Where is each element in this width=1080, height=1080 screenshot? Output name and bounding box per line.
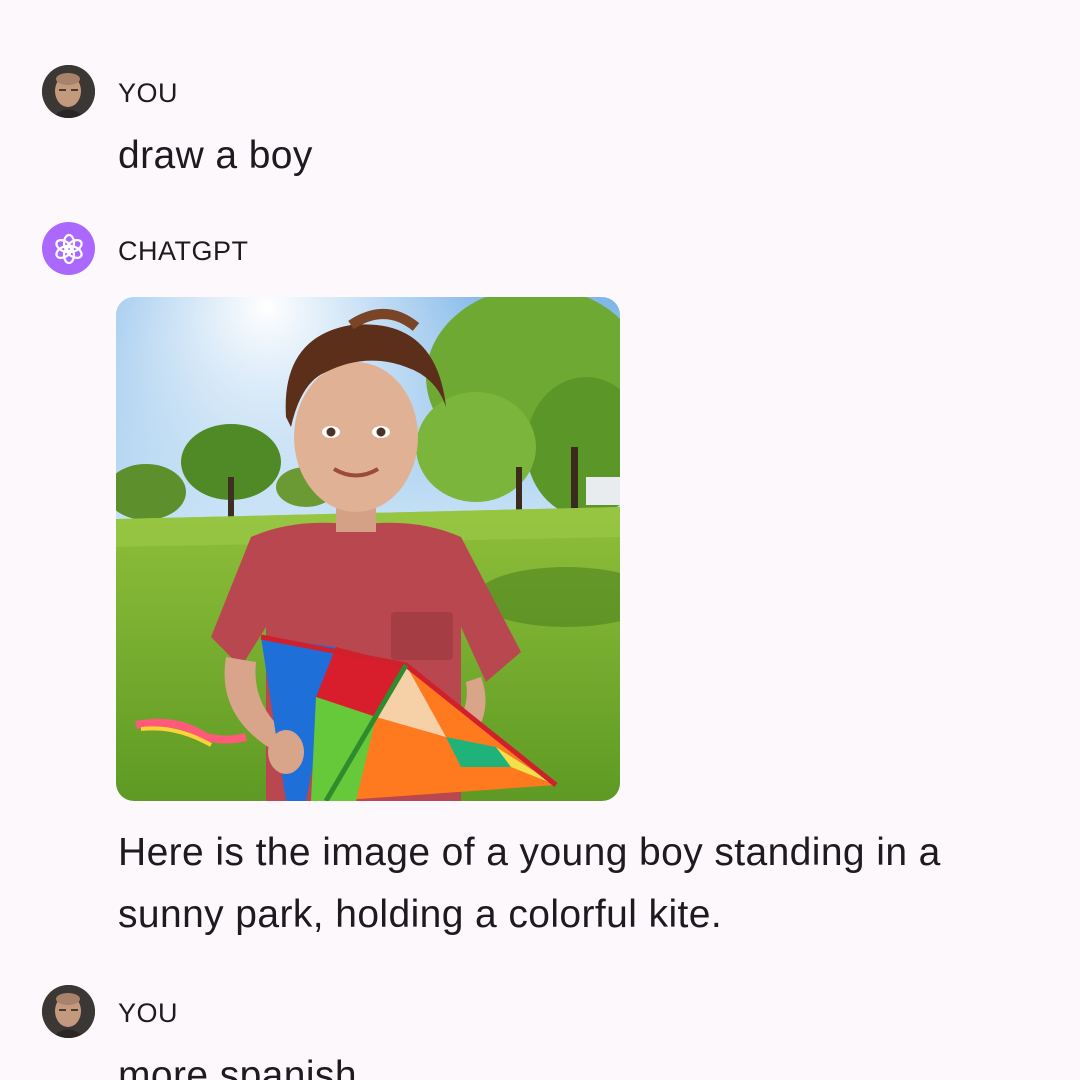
user-avatar-icon [42, 65, 95, 118]
openai-logo-icon [54, 233, 83, 264]
user-avatar[interactable] [42, 65, 95, 118]
boy-with-kite-image [116, 297, 620, 801]
chat-conversation: YOU draw a boy CHATGPT Here is the image… [0, 0, 1080, 1080]
user-avatar-icon [42, 985, 95, 1038]
user-avatar[interactable] [42, 985, 95, 1038]
assistant-avatar [42, 222, 95, 275]
sender-label: CHATGPT [118, 236, 249, 266]
message-text: Here is the image of a young boy standin… [118, 831, 941, 936]
sender-label: YOU [118, 78, 179, 108]
message-text: draw a boy [118, 134, 313, 177]
sender-label: YOU [118, 998, 179, 1028]
message-text: more spanish [118, 1054, 357, 1080]
generated-image[interactable] [116, 297, 620, 801]
